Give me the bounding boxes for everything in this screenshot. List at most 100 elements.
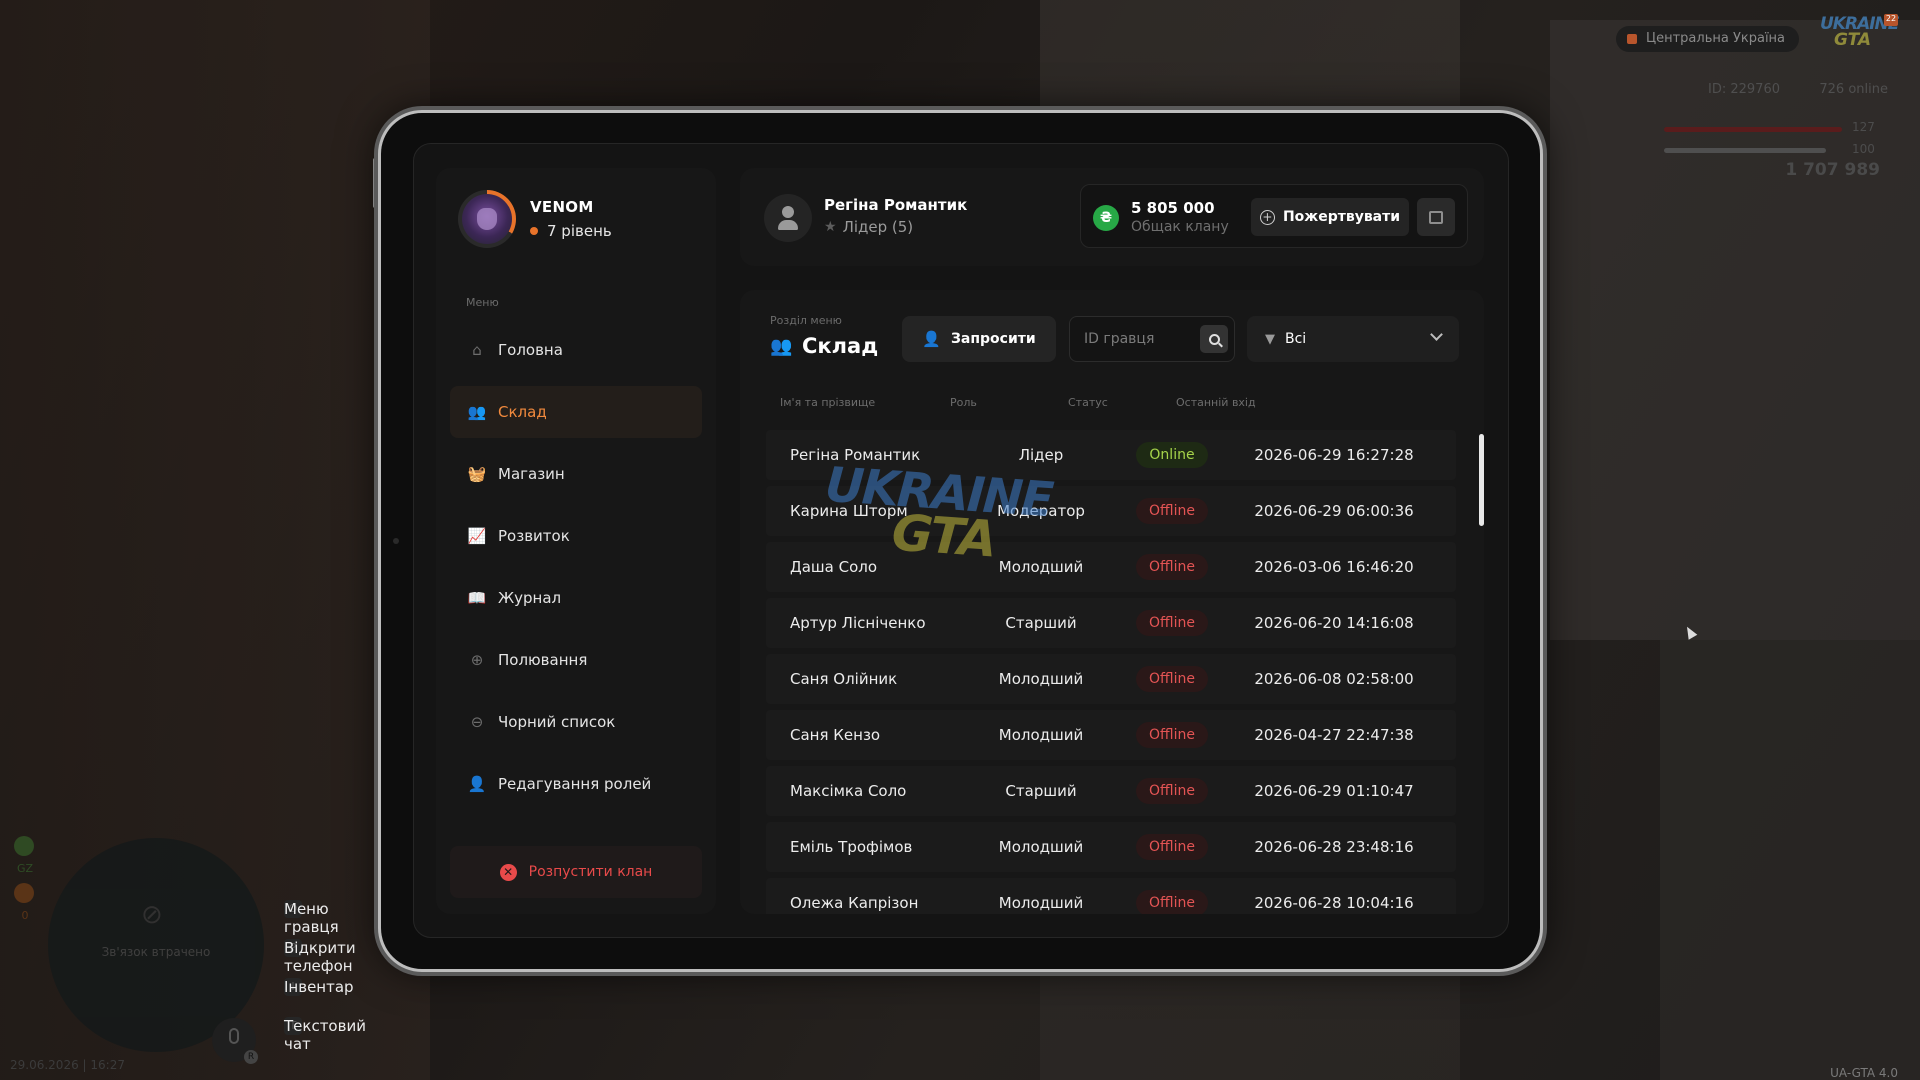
leader-role: ★ Лідер (5) bbox=[824, 218, 913, 236]
plus-circle-icon: + bbox=[1259, 209, 1275, 225]
table-row[interactable]: Регіна Романтик Лідер Online 2026-06-29 16:… bbox=[766, 430, 1456, 480]
table-row[interactable]: Олежа Капрізон Молодший Offline 2026-06-28 … bbox=[766, 878, 1456, 914]
sidebar-item-shop[interactable]: 🧺 Магазин bbox=[450, 448, 702, 500]
sidebar-item-label: Редагування ролей bbox=[498, 775, 652, 793]
server-logo: UKRAINE GTA 22 bbox=[1820, 14, 1899, 58]
sidebar-item-home[interactable]: ⌂ Головна bbox=[450, 324, 702, 376]
column-header-status: Статус bbox=[1068, 396, 1108, 409]
table-row[interactable]: Максімка Соло Старший Offline 2026-06-29 01… bbox=[766, 766, 1456, 816]
hud-region-label: Центральна Україна bbox=[1646, 31, 1786, 46]
table-row[interactable]: Даша Соло Молодший Offline 2026-03-06 16:46… bbox=[766, 542, 1456, 592]
hotkey-label: Меню гравця bbox=[284, 900, 339, 936]
sidebar-item-label: Журнал bbox=[498, 589, 562, 607]
members-table: Регіна Романтик Лідер Online 2026-06-29 16:… bbox=[766, 430, 1456, 914]
leader-role-label: Лідер (5) bbox=[842, 218, 914, 236]
bank-icon bbox=[1429, 210, 1443, 224]
member-name: Артур Лісніченко bbox=[790, 614, 926, 632]
voice-key-badge: R bbox=[244, 1050, 258, 1064]
status-badge: Offline bbox=[1136, 498, 1208, 524]
member-last-login: 2026-06-29 16:27:28 bbox=[1254, 446, 1414, 464]
members-icon: 👥 bbox=[467, 403, 487, 421]
sidebar-item-members[interactable]: 👥 Склад bbox=[450, 386, 702, 438]
basket-icon: 🧺 bbox=[467, 465, 487, 483]
background-furniture bbox=[1660, 640, 1920, 1080]
member-last-login: 2026-06-08 02:58:00 bbox=[1254, 670, 1414, 688]
member-name: Саня Олійник bbox=[790, 670, 898, 688]
member-last-login: 2026-06-28 10:04:16 bbox=[1254, 894, 1414, 912]
member-last-login: 2026-03-06 16:46:20 bbox=[1254, 558, 1414, 576]
status-badge: Offline bbox=[1136, 834, 1208, 860]
member-role: Молодший bbox=[998, 558, 1084, 576]
member-role: Лідер bbox=[1018, 446, 1064, 464]
table-header: Ім'я та прізвище Роль Статус Останній вх… bbox=[766, 396, 1456, 416]
sidebar: VENOM 7 рівень Меню ⌂ Головна 👥 Склад 🧺 … bbox=[436, 168, 716, 914]
cross-icon bbox=[14, 883, 34, 903]
hotkey-label: Відкрити телефон bbox=[284, 939, 356, 975]
voice-chat-button[interactable]: R bbox=[212, 1018, 258, 1064]
sidebar-item-hunting[interactable]: ⊕ Полювання bbox=[450, 634, 702, 686]
members-panel: Розділ меню 👥 Склад 👤 Запросити ▼ Всі Ім… bbox=[740, 290, 1484, 914]
member-last-login: 2026-06-28 23:48:16 bbox=[1254, 838, 1414, 856]
role-filter-select[interactable]: ▼ Всі bbox=[1247, 316, 1459, 362]
table-row[interactable]: Еміль Трофімов Молодший Offline 2026-06-28 … bbox=[766, 822, 1456, 872]
user-edit-icon: 👤 bbox=[467, 775, 487, 793]
member-role: Старший bbox=[1005, 614, 1077, 632]
profile-level: 7 рівень bbox=[530, 222, 612, 240]
sidebar-item-blacklist[interactable]: ⊖ Чорний список bbox=[450, 696, 702, 748]
armor-bar bbox=[1664, 148, 1826, 153]
table-scrollbar[interactable] bbox=[1479, 434, 1484, 526]
donate-button[interactable]: + Пожертвувати bbox=[1251, 198, 1409, 236]
chevron-down-icon bbox=[1430, 328, 1443, 341]
clan-balance: ₴ 5 805 000 Общак клану + Пожертвувати bbox=[1080, 184, 1468, 248]
status-badge: Online bbox=[1136, 442, 1208, 468]
user-icon bbox=[782, 206, 794, 218]
hud-player-id: ID: 229760 bbox=[1708, 82, 1780, 97]
sidebar-item-label: Розвиток bbox=[498, 527, 570, 545]
member-role: Молодший bbox=[998, 670, 1084, 688]
member-role: Молодший bbox=[998, 838, 1084, 856]
sidebar-item-label: Чорний список bbox=[498, 713, 616, 731]
background-panel bbox=[1550, 20, 1920, 640]
table-row[interactable]: Саня Кензо Молодший Offline 2026-04-27 22:4… bbox=[766, 710, 1456, 760]
member-role: Модератор bbox=[997, 502, 1085, 520]
home-icon: ⌂ bbox=[472, 341, 482, 359]
balance-caption: Общак клану bbox=[1131, 219, 1229, 235]
profile-name: VENOM bbox=[530, 198, 594, 216]
table-row[interactable]: Карина Шторм Модератор Offline 2026-06-29 0… bbox=[766, 486, 1456, 536]
bank-history-button[interactable] bbox=[1417, 198, 1455, 236]
hotkey-label: Інвентар bbox=[284, 978, 354, 996]
shield-icon bbox=[14, 836, 34, 856]
player-id-search bbox=[1069, 316, 1235, 362]
column-header-last-login: Останній вхід bbox=[1176, 396, 1256, 409]
sidebar-item-journal[interactable]: 📖 Журнал bbox=[450, 572, 702, 624]
member-name: Еміль Трофімов bbox=[790, 838, 913, 856]
hud-datetime: 29.06.2026 | 16:27 bbox=[10, 1058, 125, 1072]
filter-value: Всі bbox=[1285, 331, 1307, 347]
menu-caption: Меню bbox=[466, 296, 499, 309]
profile: VENOM 7 рівень bbox=[458, 190, 612, 248]
connection-lost-text: Зв'язок втрачено bbox=[101, 945, 211, 959]
member-last-login: 2026-06-29 06:00:36 bbox=[1254, 502, 1414, 520]
table-row[interactable]: Саня Олійник Молодший Offline 2026-06-08 02… bbox=[766, 654, 1456, 704]
search-button[interactable] bbox=[1200, 325, 1228, 353]
member-last-login: 2026-06-29 01:10:47 bbox=[1254, 782, 1414, 800]
member-name: Карина Шторм bbox=[790, 502, 908, 520]
hotkey-label: Текстовий чат bbox=[284, 1017, 366, 1053]
dissolve-clan-button[interactable]: ✕ Розпустити клан bbox=[450, 846, 702, 898]
player-id-input[interactable] bbox=[1084, 329, 1194, 349]
status-badge: Offline bbox=[1136, 554, 1208, 580]
status-badge: Offline bbox=[1136, 778, 1208, 804]
status-badge: Offline bbox=[1136, 610, 1208, 636]
section-title: 👥 Склад bbox=[770, 334, 878, 358]
hud-player-info: ID: 229760 726 online bbox=[1708, 82, 1888, 97]
invite-button[interactable]: 👤 Запросити bbox=[902, 316, 1056, 362]
counter-label: 0 bbox=[21, 909, 29, 922]
section-caption: Розділ меню bbox=[770, 314, 842, 327]
close-circle-icon: ✕ bbox=[499, 863, 517, 881]
sidebar-item-development[interactable]: 📈 Розвиток bbox=[450, 510, 702, 562]
sidebar-item-role-editing[interactable]: 👤 Редагування ролей bbox=[450, 758, 702, 810]
leader-name: Регіна Романтик bbox=[824, 196, 968, 214]
table-row[interactable]: Артур Лісніченко Старший Offline 2026-06-20… bbox=[766, 598, 1456, 648]
status-badge: Offline bbox=[1136, 890, 1208, 914]
profile-level-label: 7 рівень bbox=[547, 222, 612, 240]
